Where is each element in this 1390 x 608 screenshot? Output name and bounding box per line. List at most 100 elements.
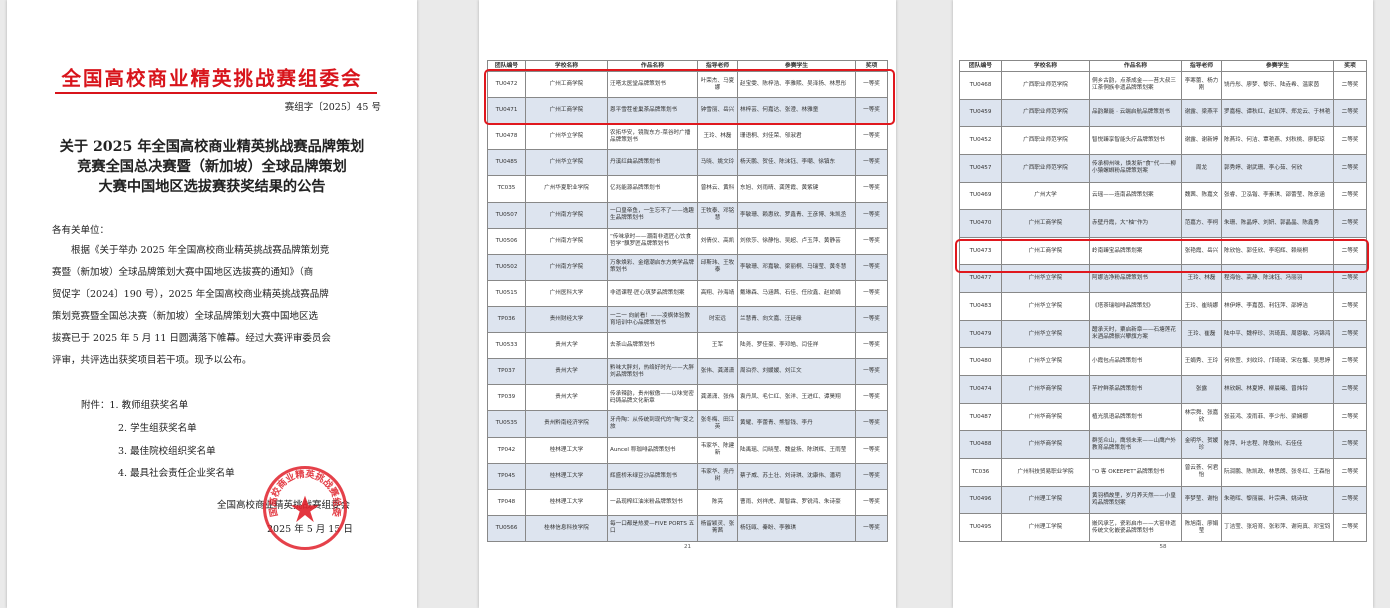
table-cell: 二等奖 bbox=[1333, 513, 1367, 542]
table-cell: 品韵聚能 · 云端启航品牌策划书 bbox=[1089, 98, 1182, 128]
table-row: TP042 桂林理工大学 Auncel 称珈啡品牌策划书 韦家华、陈建新 陆禹瑶、闫晓莹… bbox=[487, 436, 888, 464]
table-cell: TU0478 bbox=[487, 123, 526, 151]
column-header: 参赛学生 bbox=[737, 60, 856, 72]
table-cell: TP039 bbox=[487, 384, 526, 412]
table-cell: “O 客 OKEEPET”品牌策划书 bbox=[1089, 457, 1182, 487]
column-header: 学校名称 bbox=[1001, 60, 1090, 72]
table-cell: 二等奖 bbox=[1333, 292, 1367, 321]
table-cell: TU0566 bbox=[487, 514, 526, 542]
attachment-item: 2. 学生组获奖名单 bbox=[118, 423, 197, 434]
table-cell: 黄耀、李蕾青、熊智钱、李丹 bbox=[737, 410, 856, 438]
table-row: TU0533 贵州大学 去茶山品牌策划书 王军 陆尧、罗佳豪、李邓皓、闫佳祥 一等奖 bbox=[487, 332, 888, 360]
table-cell: 广州华立学院 bbox=[1001, 319, 1090, 349]
table-cell: 汪嗒太医堂品牌策划书 bbox=[607, 70, 698, 99]
column-header: 奖项 bbox=[1333, 60, 1367, 72]
table-row: TU0487 广州华商学院 植光肌语品牌策划书 林宗舜、张嘉欣 张芸鸿、凌雨菲、李少彤、… bbox=[959, 402, 1367, 432]
table-cell: TU0472 bbox=[487, 70, 526, 99]
table-cell: 二等奖 bbox=[1333, 457, 1367, 487]
table-cell: 张睿、卫泓锴、李素琪、邵蕾莹、陈彦涵 bbox=[1221, 181, 1334, 211]
table-cell: 广州工商学院 bbox=[525, 70, 608, 99]
table-row: TU0473 广州工商学院 岭南臻宝品牌策划案 张艳霞、岳兴 陈欣怡、郭佳欣、李昭辉、赖… bbox=[959, 236, 1367, 266]
table-cell: 辉盛桥禾绿豆沙品牌策划书 bbox=[607, 462, 698, 490]
award-table: 团队编号 学校名称 作品名称 指导老师 参赛学生 奖项 TU0468 广西职业师范学院 侗乡古… bbox=[959, 60, 1367, 542]
notice-body: 根据《关于举办 2025 年全国高校商业精英挑战赛品牌策划竞 赛暨（新加坡）全球… bbox=[52, 240, 382, 372]
table-cell: TU0502 bbox=[487, 253, 526, 281]
table-cell: 赤壁丹霞，大“柚”作为 bbox=[1089, 209, 1182, 238]
table-cell: 谢露、谢新婷 bbox=[1181, 126, 1222, 155]
column-header: 奖项 bbox=[855, 60, 888, 72]
table-cell: 广州华立学院 bbox=[1001, 292, 1090, 321]
table-row: TU0506 广州南方学院 “传味承时——潮南非遗匠心饮食哲学”飘罗匠品牌策划书 刘倩… bbox=[487, 227, 888, 255]
table-cell: 一等奖 bbox=[855, 97, 888, 125]
table-cell: 一二一 向前看！——凌枫体验教育培训中心品牌策划书 bbox=[607, 305, 698, 334]
table-cell: 王军 bbox=[697, 332, 738, 360]
table-cell: 杨钰瓯、秦盼、李雅琪 bbox=[737, 514, 856, 542]
table-cell: 二等奖 bbox=[1333, 402, 1367, 432]
table-cell: 王玲、崔磊 bbox=[1181, 319, 1222, 349]
header-red-rule bbox=[55, 92, 377, 94]
table-cell: 广州华商学院 bbox=[1001, 375, 1090, 404]
table-cell: 广州南方学院 bbox=[525, 253, 608, 281]
table-cell: 广州大学 bbox=[1001, 181, 1090, 211]
table-cell: 广州科技贸易职业学院 bbox=[1001, 457, 1090, 487]
table-cell: 一等奖 bbox=[855, 462, 888, 490]
table-cell: 兰慧青、向文嘉、汪廷缘 bbox=[737, 305, 856, 334]
table-cell: 农拓华安，镜陇东方-菜谷时广播品牌策划书 bbox=[607, 123, 698, 151]
table-cell: TU0468 bbox=[959, 71, 1002, 100]
table-cell: TU0485 bbox=[487, 149, 526, 177]
table-cell: TP042 bbox=[487, 436, 526, 464]
table-cell: 马晓、姚文玲 bbox=[697, 149, 738, 177]
table-cell: 张芸鸿、凌雨菲、李少彤、梁娴娜 bbox=[1221, 402, 1334, 432]
table-cell: 广州华立学院 bbox=[1001, 264, 1090, 294]
table-cell: 张露 bbox=[1181, 375, 1222, 404]
table-cell: 桂林信息科技学院 bbox=[525, 514, 608, 542]
table-cell: 陈旭南、廖娟莹 bbox=[1181, 513, 1222, 542]
table-cell: 嵌风承艺，瓷彩启市——大窑非遗传统文化嵌瓷品牌策划书 bbox=[1089, 513, 1182, 542]
table-cell: 陈萍、叶志程、陈敬州、石佳佳 bbox=[1221, 430, 1334, 459]
table-cell: 贵州黔南经济学院 bbox=[525, 410, 608, 438]
table-cell: 二等奖 bbox=[1333, 71, 1367, 100]
table-cell: TU0533 bbox=[487, 332, 526, 360]
table-cell: 广州医科大学 bbox=[525, 279, 608, 307]
table-cell: 李寒蕾、杨力刚 bbox=[1181, 71, 1222, 100]
table-cell: 戴琳森、马涵茜、石佳、任欣鑫、赵娇娟 bbox=[737, 279, 856, 307]
table-cell: 每一口都是热爱—FIVE PORTS 五口 bbox=[607, 514, 698, 542]
table-cell: 一口皇帝鱼，一生忘不了——逸趣生品牌策划书 bbox=[607, 201, 698, 229]
signature-org: 全国高校商业精英挑战赛组委会 bbox=[217, 500, 351, 511]
table-cell: 广州华立学院 bbox=[525, 123, 608, 151]
table-row: TP037 贵州大学 黔味大胖刘，热络好时光——大胖刘品牌策划书 张伟、龚潇潇 周泊乔、… bbox=[487, 358, 888, 386]
table-cell: 张伟、龚潇潇 bbox=[697, 358, 738, 386]
table-cell: 陈亮 bbox=[697, 488, 738, 516]
table-cell: 醴承天时，粟启新章——石塘莲花米酒品牌振兴攀旗方案 bbox=[1089, 319, 1182, 349]
table-cell: 林宗舜、张嘉欣 bbox=[1181, 402, 1222, 432]
title-line: 大赛中国地区选拔赛获奖结果的公告 bbox=[98, 179, 326, 195]
attachment-item: 4. 最具社会责任企业奖名单 bbox=[118, 468, 235, 479]
title-line: 关于 2025 年全国高校商业精英挑战赛品牌策划 bbox=[59, 139, 365, 155]
table-cell: 一等奖 bbox=[855, 358, 888, 386]
table-cell: 程海怡、高静、陈沫钰、冯丽羽 bbox=[1221, 264, 1334, 294]
table-row: TU0502 广州南方学院 万象焕彩、金缯潮启东方美学品牌策划书 邱斯玮、王牧泰 李敏珊… bbox=[487, 253, 888, 281]
table-row: TU0495 广州理工学院 嵌风承艺，瓷彩启市——大窑非遗传统文化嵌瓷品牌策划书 陈旭… bbox=[959, 513, 1367, 542]
table-row: TU0515 广州医科大学 非遗课程·匠心筑梦品牌策划案 高翔、孙海靖 戴琳森、马涵茜、… bbox=[487, 279, 888, 307]
table-cell: 智悦臻享智能头疗品牌策划书 bbox=[1089, 126, 1182, 155]
table-cell: 贵州大学 bbox=[525, 358, 608, 386]
table-row: TU0472 广州工商学院 汪嗒太医堂品牌策划书 叶荣杰、马夏娜 赵宝雯、陈梓浩、李雅熙… bbox=[487, 70, 888, 99]
column-header: 作品名称 bbox=[607, 60, 698, 72]
table-row: TP039 贵州大学 传承辣韵，贵州椒傲——以味觉密码铸品牌文化新章 龚潇潇、张伟 袁丹… bbox=[487, 384, 888, 412]
body-line: 赛暨（新加坡）全球品牌策划大赛中国地区选拔赛的通知》（商 bbox=[52, 267, 314, 278]
table-cell: 广州华夏职业学院 bbox=[525, 175, 608, 203]
table-cell: 饶丹彤、廖梦、黎乐、陆垚希、温家茵 bbox=[1221, 71, 1334, 100]
table-row: TC035 广州华夏职业学院 亿兆能源品牌策划书 曾林云、黄科 东旭、刘雨晴、龚莲霞、黄… bbox=[487, 175, 888, 203]
table-cell: 金明华、贺媛珍 bbox=[1181, 430, 1222, 459]
table-row: TU0457 广西职业师范学院 传承柳州味，焕发新“食”代——柳小猿螺蛳粉品牌策划案… bbox=[959, 153, 1367, 183]
table-cell: 二等奖 bbox=[1333, 319, 1367, 349]
table-cell: 东旭、刘雨晴、龚莲霞、黄紫键 bbox=[737, 175, 856, 203]
table-cell: 桂林理工大学 bbox=[525, 488, 608, 516]
column-header: 学校名称 bbox=[525, 60, 608, 72]
body-line: 拔赛已于 2025 年 5 月 11 日圆满落下帷幕。经过大赛评审委员会 bbox=[52, 333, 331, 344]
table-cell: 刘依莎、徐静怡、吴超、卢玉萍、黄静芸 bbox=[737, 227, 856, 255]
table-cell: TU0479 bbox=[959, 319, 1002, 349]
table-cell: 广西职业师范学院 bbox=[1001, 153, 1090, 183]
table-cell: TU0535 bbox=[487, 410, 526, 438]
award-list-page-21: 团队编号 学校名称 作品名称 指导老师 参赛学生 奖项 TU0472 广州工商学院 汪嗒太医堂… bbox=[479, 0, 896, 608]
